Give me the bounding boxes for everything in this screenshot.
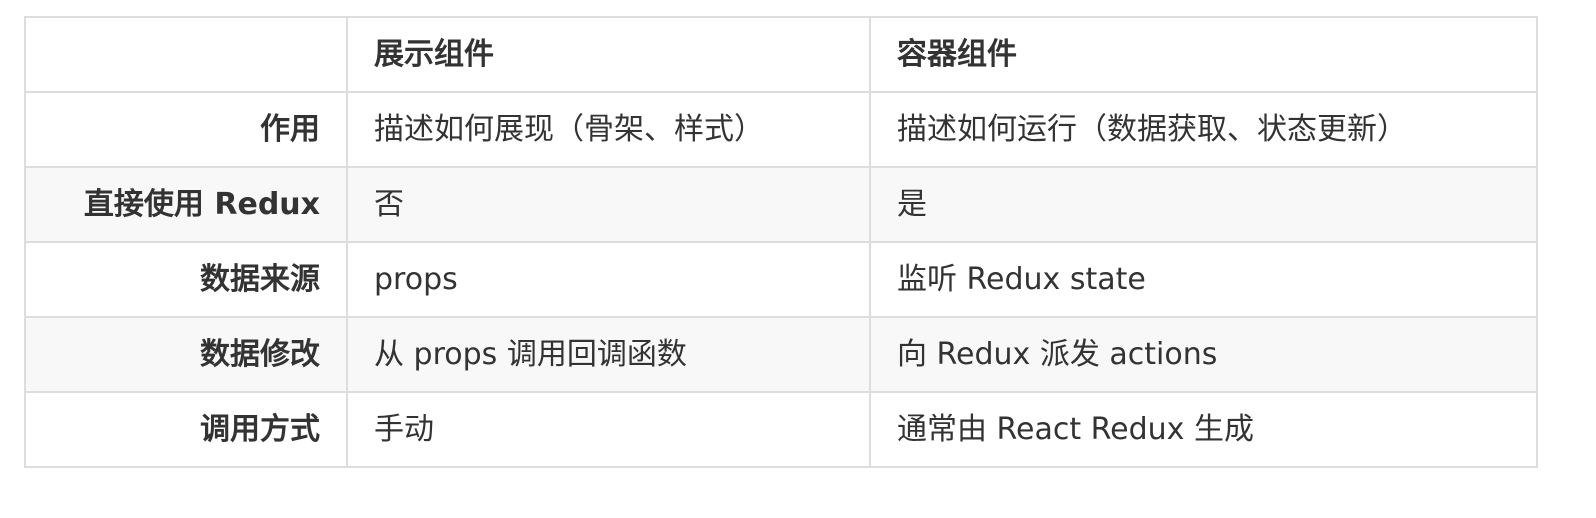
row-label: 数据来源 — [24, 241, 348, 318]
row-label: 作用 — [24, 91, 348, 168]
table-row: 直接使用 Redux 否 是 — [24, 166, 1538, 243]
table-cell: 通常由 React Redux 生成 — [869, 391, 1538, 468]
table-cell: 描述如何运行（数据获取、状态更新） — [869, 91, 1538, 168]
header-cell-empty — [24, 16, 348, 93]
table-cell: 监听 Redux state — [869, 241, 1538, 318]
comparison-table: 展示组件 容器组件 作用 描述如何展现（骨架、样式） 描述如何运行（数据获取、状… — [24, 16, 1538, 468]
header-cell-presentational: 展示组件 — [346, 16, 871, 93]
table-row: 调用方式 手动 通常由 React Redux 生成 — [24, 391, 1538, 468]
table-header: 展示组件 容器组件 — [24, 16, 1538, 93]
row-label: 数据修改 — [24, 316, 348, 393]
table-cell: 从 props 调用回调函数 — [346, 316, 871, 393]
table-row: 数据来源 props 监听 Redux state — [24, 241, 1538, 318]
table-row: 作用 描述如何展现（骨架、样式） 描述如何运行（数据获取、状态更新） — [24, 91, 1538, 168]
row-label: 调用方式 — [24, 391, 348, 468]
table-cell: 向 Redux 派发 actions — [869, 316, 1538, 393]
comparison-table-container: 展示组件 容器组件 作用 描述如何展现（骨架、样式） 描述如何运行（数据获取、状… — [24, 16, 1538, 468]
table-cell: 是 — [869, 166, 1538, 243]
table-body: 作用 描述如何展现（骨架、样式） 描述如何运行（数据获取、状态更新） 直接使用 … — [24, 91, 1538, 468]
header-row: 展示组件 容器组件 — [24, 16, 1538, 93]
table-cell: 手动 — [346, 391, 871, 468]
header-cell-container: 容器组件 — [869, 16, 1538, 93]
table-cell: props — [346, 241, 871, 318]
table-cell: 描述如何展现（骨架、样式） — [346, 91, 871, 168]
table-row: 数据修改 从 props 调用回调函数 向 Redux 派发 actions — [24, 316, 1538, 393]
row-label: 直接使用 Redux — [24, 166, 348, 243]
table-cell: 否 — [346, 166, 871, 243]
